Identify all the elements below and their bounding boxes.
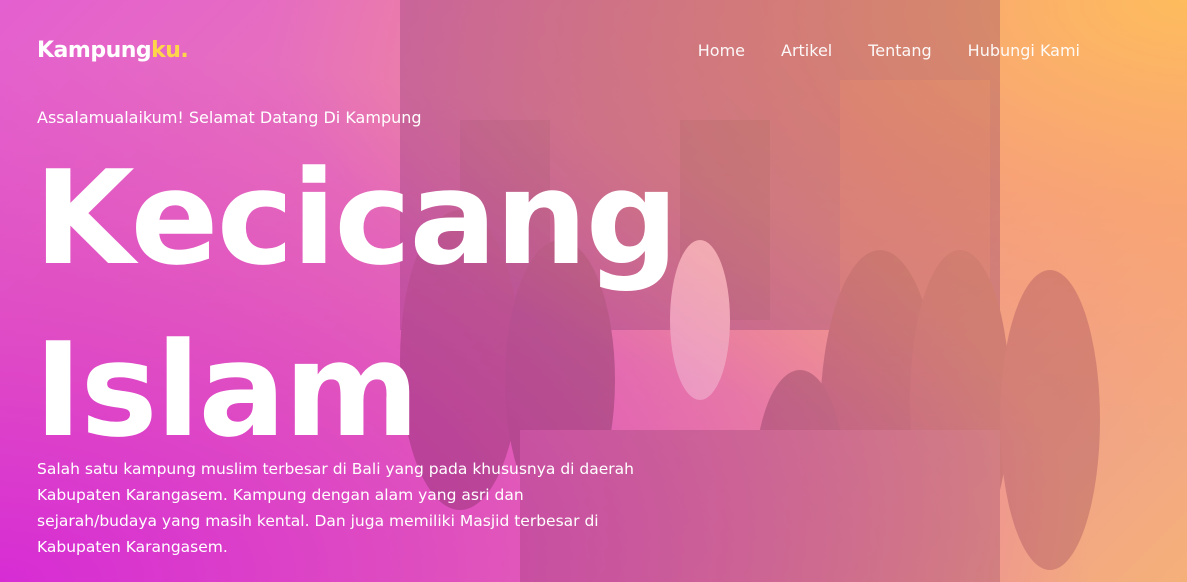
nav-item-artikel[interactable]: Artikel bbox=[781, 41, 832, 60]
hero-title-line1: Kecicang bbox=[34, 142, 679, 294]
nav-item-home[interactable]: Home bbox=[698, 41, 745, 60]
brand-name-main: Kampung bbox=[37, 38, 152, 63]
hero-description: Salah satu kampung muslim terbesar di Ba… bbox=[37, 460, 634, 556]
hero-title: Kecicang Islam bbox=[34, 132, 679, 476]
hero-title-line2: Islam bbox=[34, 314, 419, 466]
hero-greeting: Assalamualaikum! Selamat Datang Di Kampu… bbox=[37, 108, 422, 127]
nav-item-hubungi-kami[interactable]: Hubungi Kami bbox=[968, 41, 1080, 60]
main-navigation: Home Artikel Tentang Hubungi Kami bbox=[698, 41, 1080, 60]
nav-item-tentang[interactable]: Tentang bbox=[868, 41, 931, 60]
brand-name-accent: ku. bbox=[151, 38, 189, 63]
brand-logo[interactable]: Kampungku. bbox=[37, 38, 189, 63]
